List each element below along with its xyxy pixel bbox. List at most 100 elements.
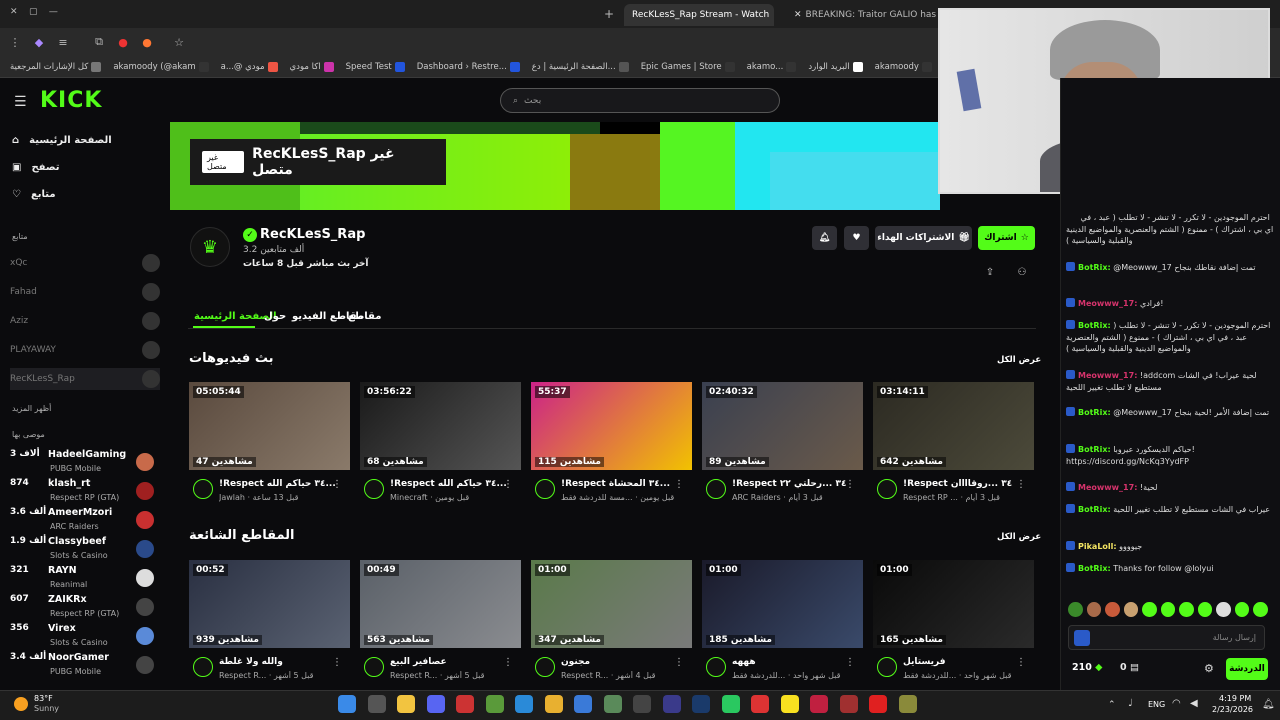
- thumbnail[interactable]: 55:37 115 مشاهدين: [531, 382, 692, 470]
- microphone-icon[interactable]: ♩: [1128, 698, 1133, 709]
- clip-card[interactable]: 00:49 563 مشاهدين عصافير البيع Respect R...…: [360, 560, 521, 684]
- windows-start-icon[interactable]: [338, 695, 356, 713]
- channel-avatar[interactable]: ♛: [190, 227, 230, 267]
- card-title[interactable]: عصافير البيع: [390, 657, 508, 667]
- more-options-icon[interactable]: ⋮: [332, 657, 342, 668]
- thumbnail[interactable]: 01:00 347 مشاهدين: [531, 560, 692, 648]
- card-title[interactable]: !Respect ٣٤ حياكم الله...: [219, 479, 337, 489]
- search-icon[interactable]: [367, 695, 386, 713]
- hamburger-menu-icon[interactable]: ☰: [14, 94, 27, 110]
- sidebar-item-following[interactable]: ♡ متابع: [12, 189, 56, 200]
- chrome-icon[interactable]: [544, 695, 563, 713]
- app-icon[interactable]: [662, 695, 681, 713]
- card-title[interactable]: هههه: [732, 657, 850, 667]
- chat-username[interactable]: BotRix:: [1078, 263, 1111, 272]
- subscribe-button[interactable]: اشتراك ☆: [978, 226, 1035, 250]
- channel-avatar[interactable]: [877, 479, 897, 499]
- chat-username[interactable]: Meowww_17:: [1078, 483, 1137, 492]
- thumbnail[interactable]: 02:40:32 89 مشاهدين: [702, 382, 863, 470]
- thumbnail[interactable]: 00:52 939 مشاهدين: [189, 560, 350, 648]
- recommended-item[interactable]: 3 ألاف HadeelGaming PUBG Mobile: [10, 447, 160, 477]
- new-tab-icon[interactable]: +: [604, 7, 614, 21]
- bookmark-item[interactable]: Dashboard › Restre...: [417, 61, 520, 72]
- channel-avatar[interactable]: [364, 657, 384, 677]
- notifications-button[interactable]: 🔔︎: [812, 226, 837, 250]
- thumbnail[interactable]: 01:00 185 مشاهدين: [702, 560, 863, 648]
- obs-icon[interactable]: [633, 695, 651, 713]
- app-icon[interactable]: [810, 695, 828, 713]
- bookmark-item[interactable]: البريد الوارد: [808, 61, 863, 72]
- channel-points[interactable]: 210 ◆: [1072, 662, 1102, 673]
- thumbnail[interactable]: 01:00 165 مشاهدين: [873, 560, 1034, 648]
- star-icon[interactable]: ☆: [170, 33, 188, 51]
- more-options-icon[interactable]: ⋮: [332, 479, 342, 490]
- clip-card[interactable]: 01:00 165 مشاهدين فريستايل قبل شهر واحد · .…: [873, 560, 1034, 684]
- recommended-item[interactable]: 356 Virex Slots & Casino: [10, 621, 160, 651]
- search-input[interactable]: ⌕ بحث: [500, 88, 780, 113]
- screenshot-icon[interactable]: ⧉: [90, 33, 108, 51]
- see-all-videos-link[interactable]: عرض الكل: [997, 355, 1041, 365]
- emote-icon[interactable]: [1086, 602, 1102, 617]
- share-icon[interactable]: ⇪: [982, 264, 998, 280]
- settings-icon[interactable]: ⚙: [1204, 662, 1214, 675]
- notifications-icon[interactable]: 🔔︎: [1262, 699, 1275, 710]
- more-options-icon[interactable]: ⋮: [674, 657, 684, 668]
- app-icon[interactable]: [603, 695, 622, 713]
- recommended-item[interactable]: 3.6 ألف AmeerMzori ARC Raiders: [10, 505, 160, 535]
- chat-username[interactable]: BotRix:: [1078, 408, 1111, 417]
- card-title[interactable]: !Respect ٣٤ حياكم الله...: [390, 479, 508, 489]
- wifi-icon[interactable]: ◠: [1172, 698, 1181, 709]
- bookmark-item[interactable]: akamoody: [875, 61, 932, 72]
- follow-button[interactable]: ♥: [844, 226, 869, 250]
- more-options-icon[interactable]: ⋮: [845, 657, 855, 668]
- clock-date[interactable]: 2/23/2026: [1212, 705, 1253, 714]
- steam-icon[interactable]: [692, 695, 710, 713]
- kick-logo[interactable]: KICK: [40, 88, 102, 113]
- thumbnail[interactable]: 05:05:44 47 مشاهدين: [189, 382, 350, 470]
- recommended-item[interactable]: 321 RAYN Reanimal: [10, 563, 160, 593]
- clock-time[interactable]: 4:19 PM: [1219, 694, 1251, 703]
- following-item[interactable]: RecKLesS_Rap: [10, 368, 160, 390]
- extension-icon[interactable]: ●: [138, 33, 156, 51]
- minecraft-icon[interactable]: [485, 695, 504, 713]
- botrix-icon[interactable]: [1074, 630, 1090, 646]
- card-title[interactable]: !Respect ٣٤ ...رحلتي ٢٢: [732, 479, 850, 489]
- bookmark-item[interactable]: a...@ مودي: [221, 61, 278, 72]
- snapchat-icon[interactable]: [780, 695, 799, 713]
- extension-icon[interactable]: ●: [114, 33, 132, 51]
- following-item[interactable]: PLAYAWAY: [10, 339, 160, 361]
- youtube-icon[interactable]: [869, 695, 887, 713]
- more-options-icon[interactable]: ⋮: [1016, 479, 1026, 490]
- emote-icon[interactable]: [1234, 602, 1250, 617]
- tab-clips[interactable]: مقاطع: [348, 311, 381, 322]
- chat-username[interactable]: PikaLoll:: [1078, 542, 1117, 551]
- app-icon[interactable]: [574, 695, 592, 713]
- menu-icon[interactable]: ⋮: [6, 33, 24, 51]
- bookmark-item[interactable]: Speed Test: [346, 61, 405, 72]
- chat-input[interactable]: ☺ إرسال رسالة: [1068, 625, 1265, 650]
- user-icon[interactable]: ⚇: [1014, 264, 1030, 280]
- recommended-item[interactable]: 3.4 ألف NoorGamer PUBG Mobile: [10, 650, 160, 680]
- sidebar-item-home[interactable]: ⌂ الصفحة الرئيسية: [12, 135, 112, 146]
- more-options-icon[interactable]: ⋮: [845, 479, 855, 490]
- channel-avatar[interactable]: [193, 479, 213, 499]
- clip-card[interactable]: 00:52 939 مشاهدين والله ولا غلطة Respect R.…: [189, 560, 350, 684]
- following-item[interactable]: xQc: [10, 252, 160, 274]
- recommended-item[interactable]: 874 klash_rt Respect RP (GTA): [10, 476, 160, 506]
- tray-chevron-icon[interactable]: ⌃: [1108, 700, 1116, 710]
- chat-send-button[interactable]: الدردشة: [1226, 658, 1268, 680]
- card-title[interactable]: فريستايل: [903, 657, 1021, 667]
- gift-subs-button[interactable]: الاشتراكات الهداء 🎁︎: [875, 226, 972, 250]
- tune-icon[interactable]: ≡: [54, 33, 72, 51]
- show-more-link[interactable]: أظهر المزيد: [12, 404, 51, 413]
- thumbnail[interactable]: 00:49 563 مشاهدين: [360, 560, 521, 648]
- app-icon[interactable]: [456, 695, 474, 713]
- tab-news[interactable]: ✕ BREAKING: Traitor GALIO has: [786, 4, 936, 26]
- see-all-clips-link[interactable]: عرض الكل: [997, 532, 1041, 542]
- video-card[interactable]: 55:37 115 مشاهدين !Respect ٣٤ المحشاة... قب…: [531, 382, 692, 506]
- edge-icon[interactable]: [515, 695, 533, 713]
- chat-username[interactable]: Meowww_17:: [1078, 299, 1137, 308]
- channel-avatar[interactable]: [193, 657, 213, 677]
- emote-icon[interactable]: [1197, 602, 1213, 617]
- recommended-item[interactable]: 607 ZAIKRx Respect RP (GTA): [10, 592, 160, 622]
